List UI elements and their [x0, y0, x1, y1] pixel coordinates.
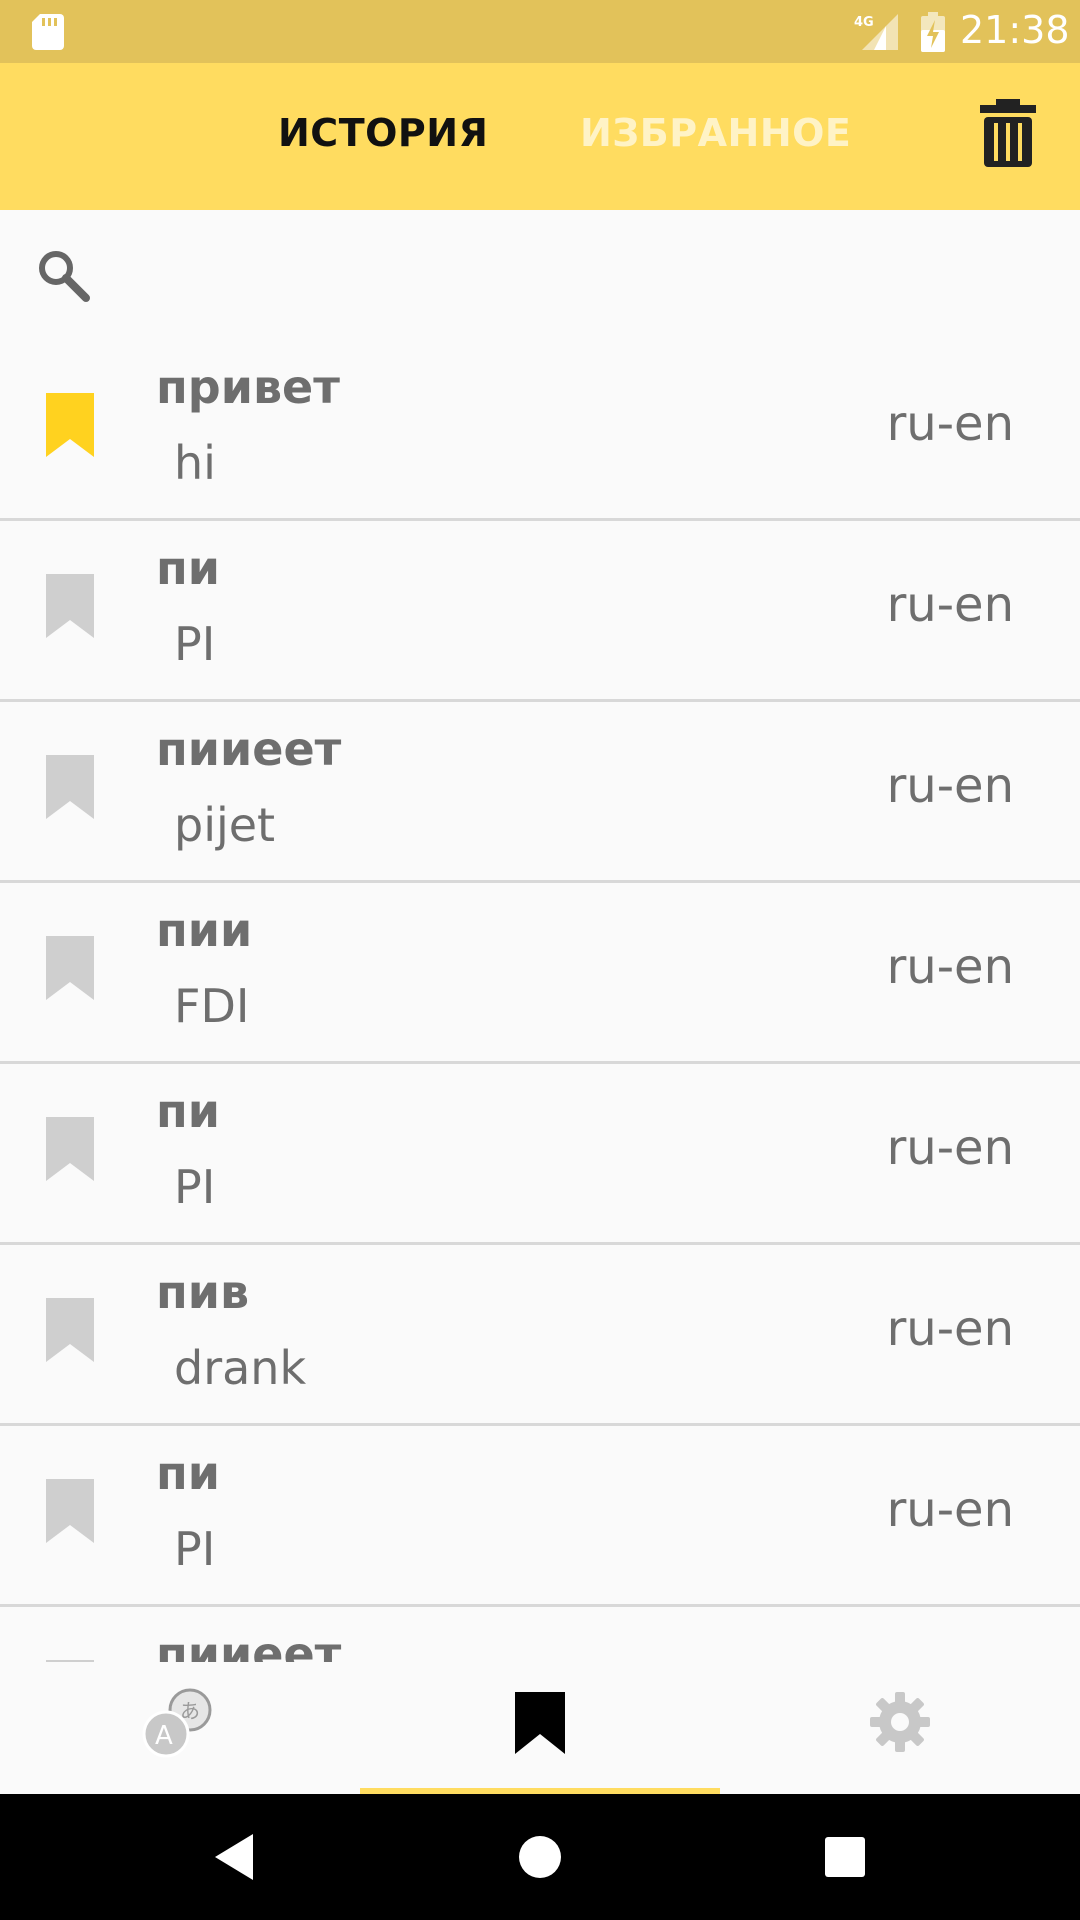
source-word: привет: [156, 360, 340, 414]
bookmark-icon: [515, 1692, 565, 1754]
history-list: привет hi ru-en пи PI ru-en пииеет pijet…: [0, 340, 1080, 1662]
list-item[interactable]: пив drank ru-en: [0, 1245, 1080, 1426]
svg-text:4G: 4G: [854, 15, 874, 30]
translation-text: drank: [174, 1341, 307, 1395]
trash-icon[interactable]: [980, 99, 1036, 167]
language-pair: ru-en: [886, 1482, 1014, 1538]
tab-favorites[interactable]: ИЗБРАННОЕ: [580, 111, 851, 155]
status-bar: 4G 21:38: [0, 0, 1080, 63]
translation-text: hi: [174, 436, 216, 490]
signal-icon: 4G: [854, 14, 898, 50]
language-pair: ru-en: [886, 758, 1014, 814]
tab-history[interactable]: ИСТОРИЯ: [278, 111, 488, 155]
language-pair: ru-en: [886, 396, 1014, 452]
bookmark-icon[interactable]: [46, 936, 94, 1000]
translate-icon: あ A: [142, 1688, 212, 1758]
search-bar: [0, 210, 1080, 340]
translation-text: PI: [174, 617, 216, 671]
sd-card-icon: [32, 14, 64, 50]
source-word: пи: [156, 1446, 221, 1500]
list-item[interactable]: пииеет pijet ru-en: [0, 702, 1080, 883]
recents-icon[interactable]: [785, 1794, 905, 1920]
language-pair: ru-en: [886, 939, 1014, 995]
translation-text: PI: [174, 1522, 216, 1576]
app-bar: ИСТОРИЯ ИЗБРАННОЕ: [0, 63, 1080, 210]
list-item[interactable]: пи PI ru-en: [0, 1426, 1080, 1607]
source-word: пи: [156, 1084, 221, 1138]
battery-icon: [921, 12, 945, 52]
language-pair: ru-en: [886, 1301, 1014, 1357]
bookmark-icon[interactable]: [46, 1298, 94, 1362]
search-icon: [39, 251, 90, 302]
bookmark-icon[interactable]: [46, 574, 94, 638]
bookmark-icon[interactable]: [46, 393, 94, 457]
list-item[interactable]: пии FDI ru-en: [0, 883, 1080, 1064]
clock: 21:38: [960, 8, 1070, 52]
source-word: пииеет: [156, 1627, 342, 1662]
language-pair: ru-en: [886, 1120, 1014, 1176]
list-item[interactable]: привет hi ru-en: [0, 340, 1080, 521]
nav-translate[interactable]: あ A: [0, 1662, 360, 1794]
bookmark-icon[interactable]: [46, 1479, 94, 1543]
svg-text:A: A: [155, 1721, 173, 1751]
source-word: пииеет: [156, 722, 342, 776]
source-word: пи: [156, 541, 221, 595]
nav-bookmarks[interactable]: [360, 1662, 720, 1794]
language-pair: ru-en: [886, 577, 1014, 633]
nav-settings[interactable]: [720, 1662, 1080, 1794]
list-item[interactable]: пи PI ru-en: [0, 1064, 1080, 1245]
list-item[interactable]: пи PI ru-en: [0, 521, 1080, 702]
translation-text: FDI: [174, 979, 250, 1033]
search-input[interactable]: [120, 240, 1020, 310]
source-word: пии: [156, 903, 253, 957]
translation-text: PI: [174, 1160, 216, 1214]
translation-text: pijet: [174, 798, 276, 852]
back-icon[interactable]: [175, 1794, 295, 1920]
bookmark-icon[interactable]: [46, 755, 94, 819]
list-item[interactable]: пииеет: [0, 1607, 1080, 1662]
bookmark-icon[interactable]: [46, 1117, 94, 1181]
home-icon[interactable]: [480, 1794, 600, 1920]
bottom-navigation: あ A: [0, 1662, 1080, 1794]
gear-icon: [870, 1692, 930, 1752]
source-word: пив: [156, 1265, 250, 1319]
system-navigation-bar: [0, 1794, 1080, 1920]
